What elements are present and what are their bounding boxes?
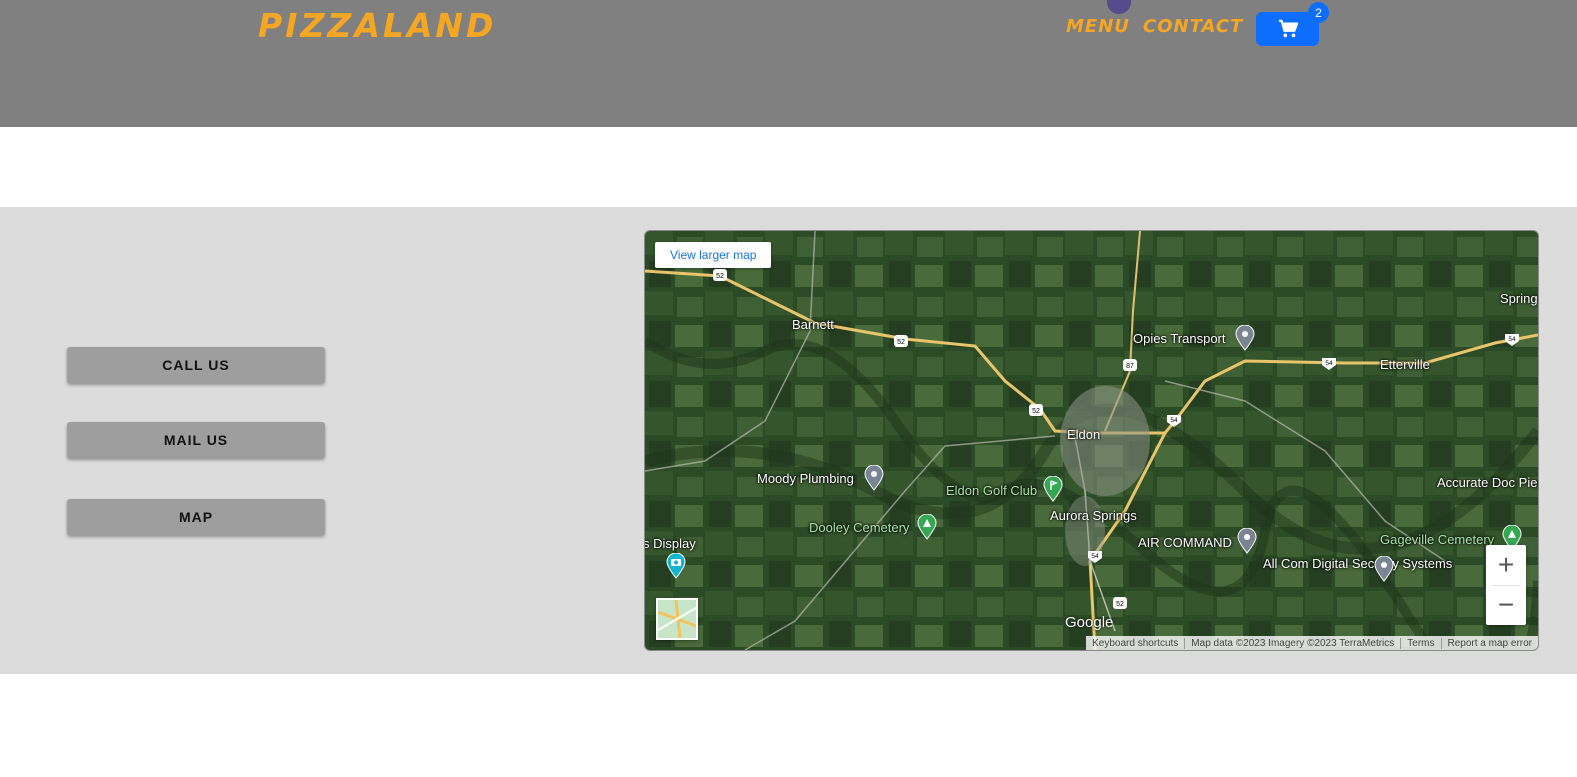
place-pin-icon[interactable] bbox=[1237, 528, 1257, 554]
embedded-map[interactable]: View larger map Barnett Opies Transport … bbox=[644, 230, 1539, 651]
mail-us-button[interactable]: MAIL US bbox=[67, 422, 325, 458]
svg-text:52: 52 bbox=[897, 339, 905, 346]
google-logo: Google bbox=[1065, 614, 1114, 631]
route-shield-icon: 54 bbox=[1322, 358, 1336, 370]
map-label-eldon-golf-club[interactable]: Eldon Golf Club bbox=[946, 484, 1037, 498]
camera-pin-icon[interactable] bbox=[666, 553, 686, 579]
map-label-aurora-springs: Aurora Springs bbox=[1050, 508, 1137, 523]
place-pin-icon[interactable] bbox=[1374, 556, 1394, 582]
map-thumbnail-icon bbox=[657, 599, 697, 639]
keyboard-shortcuts-link[interactable]: Keyboard shortcuts bbox=[1086, 638, 1184, 649]
map-label-accurate-doc[interactable]: Accurate Doc Piers & Concret bbox=[1437, 476, 1538, 490]
report-error-link[interactable]: Report a map error bbox=[1440, 637, 1538, 649]
cemetery-pin-icon[interactable] bbox=[917, 514, 937, 540]
cart-count-badge: 2 bbox=[1308, 2, 1329, 23]
route-shield-icon: 52 bbox=[1029, 404, 1043, 416]
map-label-opies-transport[interactable]: Opies Transport bbox=[1133, 332, 1226, 346]
zoom-in-button[interactable]: + bbox=[1486, 545, 1526, 585]
zoom-controls: + − bbox=[1486, 545, 1526, 625]
cart-icon bbox=[1278, 19, 1298, 38]
decorative-dot bbox=[1107, 0, 1131, 14]
route-shield-icon: 52 bbox=[1113, 597, 1127, 609]
map-button[interactable]: MAP bbox=[67, 499, 325, 535]
svg-text:52: 52 bbox=[1032, 408, 1040, 415]
route-shield-icon: 87 bbox=[1123, 359, 1137, 371]
map-label-display[interactable]: s Display bbox=[645, 537, 696, 551]
map-label-dooley-cemetery[interactable]: Dooley Cemetery bbox=[809, 521, 909, 535]
map-label-air-command[interactable]: AIR COMMAND bbox=[1138, 536, 1232, 550]
svg-text:52: 52 bbox=[716, 273, 724, 280]
zoom-out-button[interactable]: − bbox=[1486, 585, 1526, 625]
svg-text:87: 87 bbox=[1126, 363, 1134, 370]
svg-text:54: 54 bbox=[1091, 553, 1099, 560]
route-shield-icon: 54 bbox=[1088, 551, 1102, 563]
nav-menu-link[interactable]: MENU bbox=[1066, 16, 1130, 37]
route-shield-icon: 52 bbox=[894, 335, 908, 347]
svg-text:54: 54 bbox=[1508, 336, 1516, 343]
svg-text:54: 54 bbox=[1170, 417, 1178, 424]
map-label-eldon: Eldon bbox=[1067, 427, 1101, 442]
site-logo[interactable]: PIZZALAND bbox=[258, 6, 496, 45]
route-shield-icon: 54 bbox=[1167, 415, 1181, 427]
map-label-spring: Spring bbox=[1500, 291, 1538, 306]
route-shield-icon: 52 bbox=[713, 269, 727, 281]
map-label-all-com-digital[interactable]: All Com Digital Security Systems bbox=[1263, 557, 1452, 571]
map-label-gageville-cemetery[interactable]: Gageville Cemetery bbox=[1380, 533, 1494, 547]
site-header: PIZZALAND MENU CONTACT 2 bbox=[0, 0, 1577, 127]
map-label-etterville: Etterville bbox=[1380, 357, 1430, 372]
call-us-button[interactable]: CALL US bbox=[67, 347, 325, 383]
view-larger-map-link[interactable]: View larger map bbox=[655, 242, 772, 268]
map-footer: Keyboard shortcuts Map data ©2023 Imager… bbox=[1086, 636, 1538, 650]
nav-contact-link[interactable]: CONTACT bbox=[1143, 16, 1243, 37]
terms-link[interactable]: Terms bbox=[1400, 637, 1440, 649]
place-pin-icon[interactable] bbox=[864, 465, 884, 491]
map-type-toggle[interactable] bbox=[656, 598, 698, 640]
route-shield-icon: 54 bbox=[1505, 334, 1519, 346]
map-data-attribution: Map data ©2023 Imagery ©2023 TerraMetric… bbox=[1184, 637, 1400, 649]
map-label-barnett: Barnett bbox=[792, 317, 834, 332]
place-pin-icon[interactable] bbox=[1235, 325, 1255, 351]
svg-text:52: 52 bbox=[1116, 601, 1124, 608]
svg-text:54: 54 bbox=[1325, 360, 1333, 367]
golf-pin-icon[interactable] bbox=[1043, 476, 1063, 502]
map-label-moody-plumbing[interactable]: Moody Plumbing bbox=[757, 472, 854, 486]
